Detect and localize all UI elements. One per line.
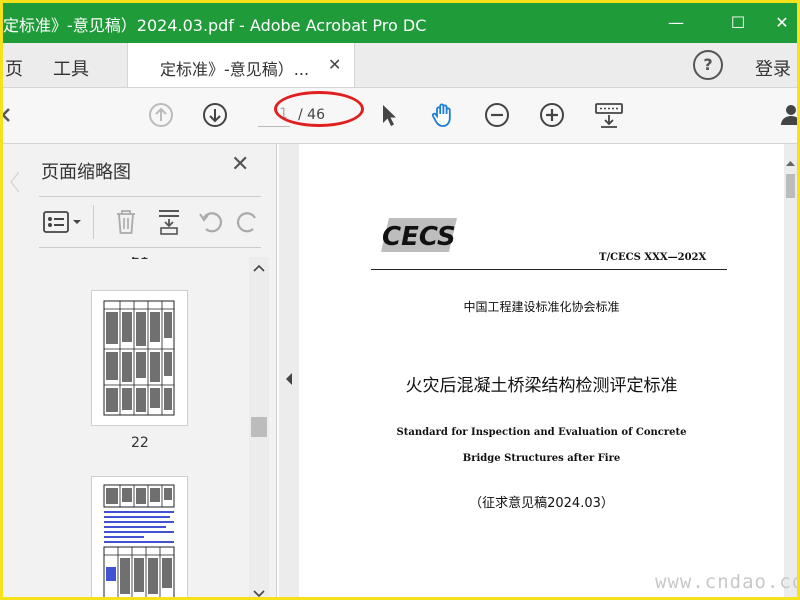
organization-name: 中国工程建设标准化协会标准 xyxy=(463,300,620,314)
close-window-button[interactable]: ✕ xyxy=(767,9,797,37)
rotate-ccw-icon[interactable] xyxy=(197,209,225,235)
panel-collapse-strip[interactable] xyxy=(279,144,299,597)
thumbnails-panel: 页面缩略图 ✕ 22 xyxy=(3,144,277,599)
scrollbar-thumb[interactable] xyxy=(251,417,267,437)
document-scrollbar-thumb[interactable] xyxy=(786,174,795,198)
doc-scroll-up-icon[interactable] xyxy=(785,158,796,168)
options-menu-icon[interactable] xyxy=(43,209,85,235)
draft-note: （征求意见稿2024.03） xyxy=(469,496,614,511)
cecs-logo-text: CECS xyxy=(382,222,456,252)
keyboard-tools-icon[interactable] xyxy=(593,101,625,129)
previous-page-icon[interactable] xyxy=(147,101,175,129)
thumbnail-list: 21 xyxy=(33,257,247,597)
login-button[interactable]: 登录 xyxy=(755,55,791,81)
panel-tools xyxy=(39,196,261,248)
maximize-button[interactable]: ☐ xyxy=(723,9,753,37)
site-watermark: www.cndao.com xyxy=(655,571,797,593)
scroll-up-icon[interactable] xyxy=(253,263,265,273)
tab-tools[interactable]: 工具 xyxy=(53,55,89,81)
minimize-button[interactable]: — xyxy=(661,9,691,37)
thumbnail-mixed-graphic xyxy=(103,484,175,597)
user-icon[interactable] xyxy=(777,101,800,129)
thumbnail-page[interactable] xyxy=(91,476,188,597)
panel-close-button[interactable]: ✕ xyxy=(231,152,249,177)
collapse-arrow-icon[interactable] xyxy=(284,372,294,386)
hand-tool-icon[interactable] xyxy=(429,101,457,129)
scroll-down-icon[interactable] xyxy=(253,589,265,599)
thumbnail-table-graphic xyxy=(103,300,175,416)
tab-bar: 页 工具 定标准》-意见稿）... ✕ ? 登录 xyxy=(3,43,797,88)
select-cursor-icon[interactable] xyxy=(375,101,403,129)
window-title: 定标准》-意见稿）2024.03.pdf - Adobe Acrobat Pro… xyxy=(3,16,427,35)
delete-page-icon[interactable] xyxy=(113,208,139,236)
tab-document[interactable]: 定标准》-意见稿）... ✕ xyxy=(127,43,355,87)
title-bar: 定标准》-意见稿）2024.03.pdf - Adobe Acrobat Pro… xyxy=(3,3,797,43)
toolbar: / 46 xyxy=(3,88,797,144)
document-viewport: CECS T/CECS XXX—202X 中国工程建设标准化协会标准 火灾后混凝… xyxy=(299,144,784,597)
thumbnail-page[interactable] xyxy=(91,290,188,426)
insert-page-icon[interactable] xyxy=(155,208,183,236)
zoom-out-icon[interactable] xyxy=(483,101,511,129)
thumbnail-scrollbar[interactable] xyxy=(249,257,269,599)
cecs-logo: CECS xyxy=(381,218,457,252)
document-title-cn: 火灾后混凝土桥梁结构检测评定标准 xyxy=(405,376,678,396)
screenshot-frame: 定标准》-意见稿）2024.03.pdf - Adobe Acrobat Pro… xyxy=(0,0,800,600)
help-button[interactable]: ? xyxy=(693,50,723,80)
back-arrow-icon[interactable] xyxy=(0,101,17,129)
header-rule xyxy=(371,269,727,270)
next-page-icon[interactable] xyxy=(201,101,229,129)
thumbnail-page-number: 22 xyxy=(131,435,149,451)
panel-pointer-icon xyxy=(10,172,19,192)
document-title-en-line1: Standard for Inspection and Evaluation o… xyxy=(396,427,687,438)
document-scrollbar[interactable] xyxy=(784,144,797,597)
tools-divider xyxy=(93,205,94,239)
panel-title: 页面缩略图 xyxy=(41,162,131,183)
tab-document-label: 定标准》-意见稿）... xyxy=(160,60,310,79)
tab-home[interactable]: 页 xyxy=(5,55,23,81)
zoom-in-icon[interactable] xyxy=(538,101,566,129)
thumbnail-page-number: 21 xyxy=(131,257,149,263)
document-title-en-line2: Bridge Structures after Fire xyxy=(462,453,621,464)
standard-code: T/CECS XXX—202X xyxy=(599,252,707,263)
annotation-highlight-ellipse xyxy=(274,91,364,127)
document-page: CECS T/CECS XXX—202X 中国工程建设标准化协会标准 火灾后混凝… xyxy=(299,144,784,597)
tab-close-button[interactable]: ✕ xyxy=(328,55,341,74)
rotate-cw-icon[interactable] xyxy=(235,209,261,235)
